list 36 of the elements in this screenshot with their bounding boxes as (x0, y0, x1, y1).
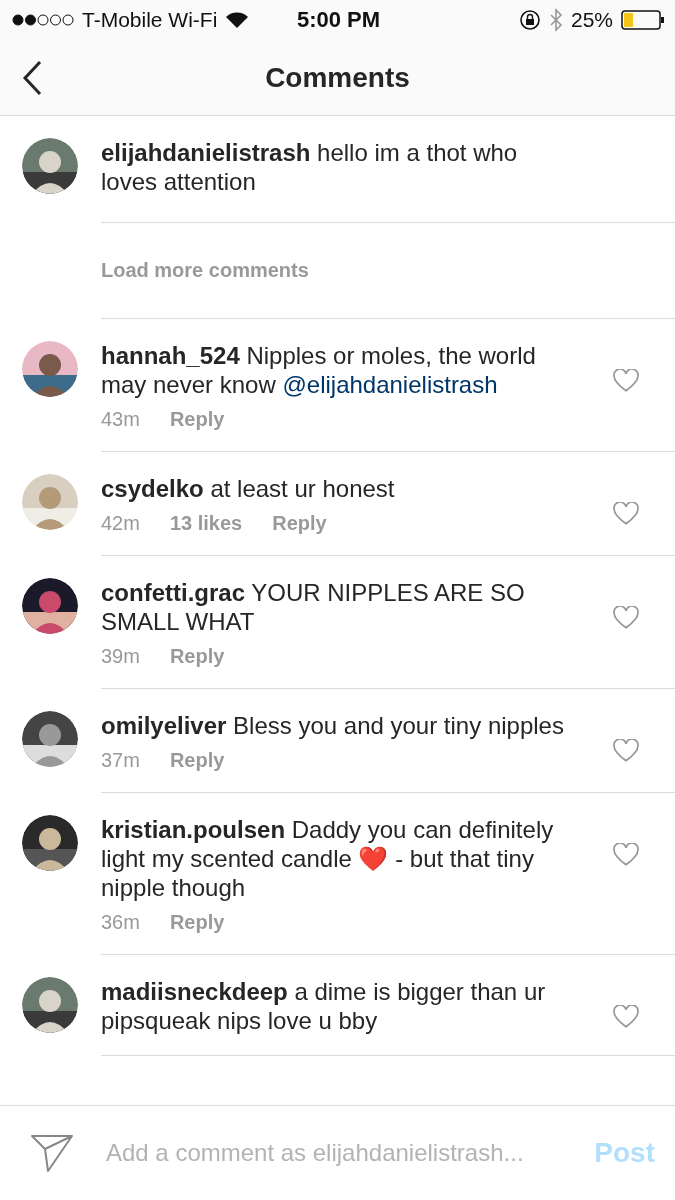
comment-time: 36m (101, 911, 140, 934)
comment-time: 39m (101, 645, 140, 668)
battery-icon (621, 10, 665, 30)
like-heart-icon[interactable] (613, 843, 639, 867)
bluetooth-icon (548, 8, 563, 32)
likes-count[interactable]: 13 likes (169, 512, 243, 535)
reply-button[interactable]: Reply (169, 749, 225, 772)
carrier-name: T-Mobile Wi-Fi (82, 8, 218, 32)
mention-link[interactable]: @elijahdanielistrash (282, 371, 498, 398)
like-heart-icon[interactable] (613, 1005, 639, 1029)
like-heart-icon[interactable] (613, 369, 639, 393)
like-heart-icon[interactable] (613, 739, 639, 763)
reply-button[interactable]: Reply (169, 645, 225, 668)
screen-title: Comments (265, 61, 410, 94)
load-more-button[interactable]: Load more comments (101, 259, 309, 282)
like-heart-icon[interactable] (613, 502, 639, 526)
comment-text: omilyeliver Bless you and your tiny nipples (101, 711, 565, 740)
comment-text: csydelko at least ur honest (101, 474, 396, 503)
comment-text: madiisneckdeep a dime is bigger than ur pipsqueak nips love u bby (101, 977, 547, 1035)
comment-time: 42m (101, 512, 140, 535)
clock-time: 5:00 PM (296, 7, 381, 33)
comment-time: 43m (101, 408, 140, 431)
reply-button[interactable]: Reply (272, 512, 327, 535)
like-heart-icon[interactable] (613, 606, 639, 630)
comment-text: hannah_524 Nipples or moles, the world may never know @elijahdanielistrash (101, 341, 537, 399)
comment-time: 37m (101, 749, 140, 772)
battery-percent: 25% (570, 8, 613, 32)
comment-text: kristian.poulsen Daddy you can definitely light my scented candle ❤ - but that tiny nipple though (101, 815, 555, 902)
reply-button[interactable]: Reply (169, 408, 225, 431)
rotation-lock-icon (518, 9, 541, 31)
caption-text: elijahdanielistrash hello im a thot who loves attention (101, 138, 519, 196)
send-icon[interactable] (30, 1133, 74, 1173)
comment-text: confetti.grac YOUR NIPPLES ARE SO SMALL WHAT (101, 578, 526, 636)
wifi-icon (225, 11, 250, 29)
reply-button[interactable]: Reply (169, 911, 225, 934)
signal-icon (12, 13, 74, 27)
